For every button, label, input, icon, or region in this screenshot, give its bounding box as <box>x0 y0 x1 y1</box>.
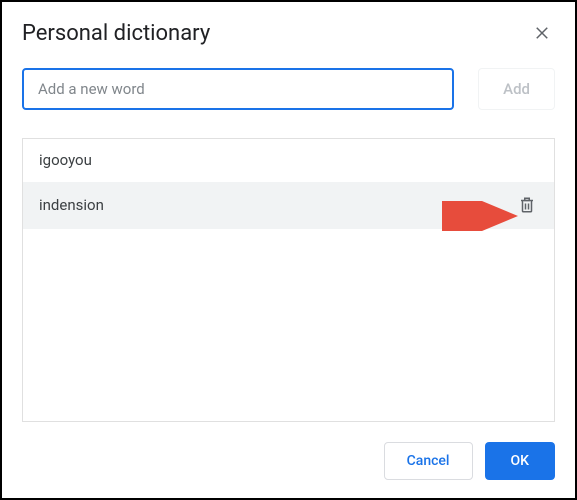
personal-dictionary-dialog: Personal dictionary Add igooyou indensio… <box>2 2 575 498</box>
delete-word-button[interactable] <box>516 194 538 216</box>
word-list: igooyou indension <box>22 138 555 422</box>
add-word-input[interactable] <box>22 68 454 110</box>
word-text: indension <box>39 196 104 214</box>
add-word-row: Add <box>22 68 555 110</box>
dialog-title: Personal dictionary <box>22 21 210 46</box>
close-icon <box>533 24 551 42</box>
dialog-header: Personal dictionary <box>22 20 555 46</box>
trash-icon <box>518 196 536 214</box>
cancel-button[interactable]: Cancel <box>384 442 473 480</box>
word-row[interactable]: indension <box>23 182 554 229</box>
add-button[interactable]: Add <box>478 68 555 110</box>
word-text: igooyou <box>39 151 92 169</box>
ok-button[interactable]: OK <box>485 442 556 480</box>
dialog-footer: Cancel OK <box>22 422 555 480</box>
word-row[interactable]: igooyou <box>23 139 554 182</box>
close-button[interactable] <box>529 20 555 46</box>
